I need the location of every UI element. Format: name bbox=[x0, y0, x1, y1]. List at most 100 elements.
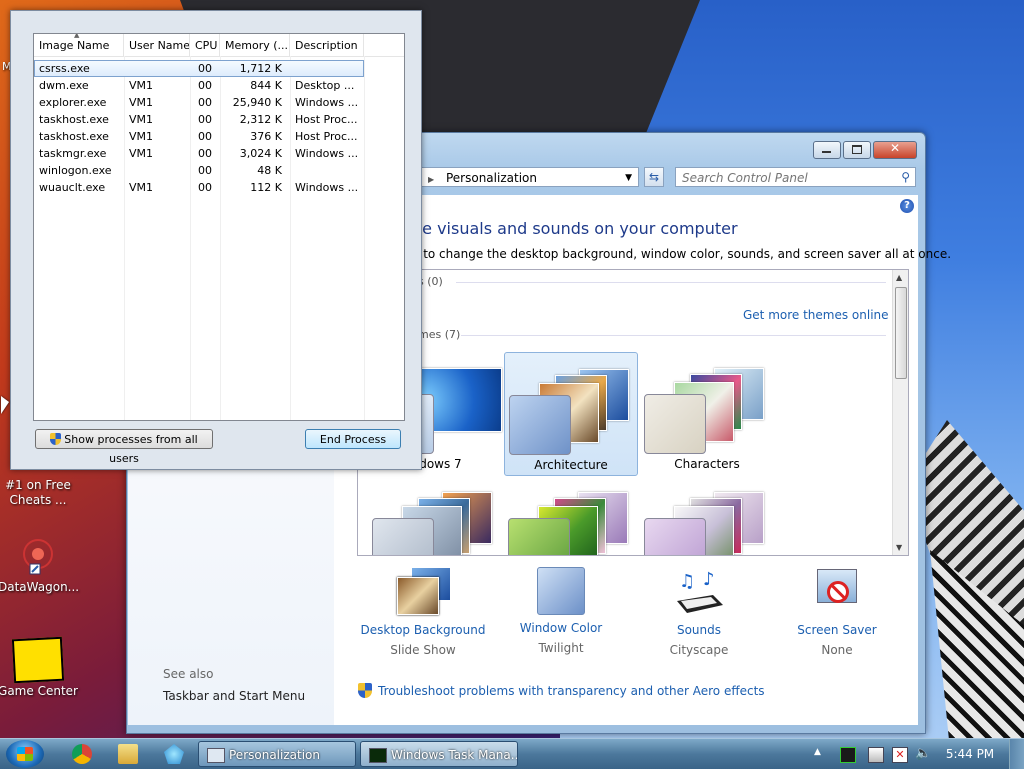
tray-monitor-icon[interactable] bbox=[840, 747, 856, 763]
screen-saver-icon bbox=[811, 567, 863, 617]
sounds-link[interactable]: Sounds bbox=[634, 623, 764, 637]
sounds-icon: ♫ ♪ bbox=[673, 567, 725, 617]
task-manager-window[interactable]: Image Name User Name CPU Memory (... Des… bbox=[10, 10, 422, 470]
process-cpu: 00 bbox=[198, 96, 212, 109]
process-cpu: 00 bbox=[198, 164, 212, 177]
process-user bbox=[124, 162, 190, 179]
start-button[interactable] bbox=[6, 740, 44, 768]
scroll-up-icon[interactable]: ▲ bbox=[896, 273, 902, 282]
process-image: dwm.exe bbox=[39, 79, 89, 92]
app-gem-icon[interactable] bbox=[164, 744, 184, 764]
show-all-processes-button[interactable]: Show processes from all users bbox=[35, 429, 213, 465]
get-more-themes-link[interactable]: Get more themes online bbox=[743, 308, 889, 322]
window-buttons: ✕ bbox=[813, 141, 917, 159]
theme-preview bbox=[644, 484, 768, 555]
troubleshoot-text: Troubleshoot problems with transparency … bbox=[378, 684, 765, 698]
process-description: Host Proc... bbox=[295, 130, 358, 143]
theme-landscapes[interactable] bbox=[368, 476, 502, 555]
process-cpu: 00 bbox=[198, 181, 212, 194]
chevron-down-icon[interactable]: ▼ bbox=[625, 168, 632, 188]
aero-themes-label: mes (7) bbox=[418, 328, 461, 341]
screen-saver-link[interactable]: Screen Saver bbox=[772, 623, 902, 637]
process-row[interactable]: csrss.exe 00 1,712 K bbox=[34, 60, 364, 77]
chrome-icon[interactable] bbox=[72, 744, 92, 764]
process-list[interactable]: Image Name User Name CPU Memory (... Des… bbox=[33, 33, 405, 421]
process-description: Windows ... bbox=[295, 96, 359, 109]
close-button[interactable]: ✕ bbox=[873, 141, 917, 159]
process-list-header: Image Name User Name CPU Memory (... Des… bbox=[34, 34, 404, 57]
process-cpu: 00 bbox=[198, 147, 212, 160]
tray-expand-icon[interactable]: ▲ bbox=[814, 747, 828, 761]
process-user bbox=[124, 60, 190, 77]
process-row[interactable]: winlogon.exe 00 48 K bbox=[34, 162, 404, 179]
column-memory[interactable]: Memory (... bbox=[220, 34, 290, 56]
address-bar[interactable]: Personalization ▼ bbox=[417, 167, 639, 187]
theme-architecture[interactable]: Architecture bbox=[504, 352, 638, 476]
window-color-link[interactable]: Window Color bbox=[496, 621, 626, 635]
clock[interactable]: 5:44 PM bbox=[940, 739, 1000, 769]
theme-characters[interactable]: Characters bbox=[640, 352, 774, 476]
scroll-thumb[interactable] bbox=[895, 287, 907, 379]
taskbar-start-menu-link[interactable]: Taskbar and Start Menu bbox=[163, 689, 305, 703]
themes-scrollbar[interactable]: ▲ ▼ bbox=[892, 270, 908, 555]
volume-icon[interactable]: 🔈 bbox=[915, 747, 931, 761]
process-cpu: 00 bbox=[198, 79, 212, 92]
theme-scenes[interactable] bbox=[640, 476, 774, 555]
theme-preview bbox=[372, 484, 496, 555]
action-center-icon[interactable]: ✕ bbox=[892, 747, 908, 763]
help-icon[interactable]: ? bbox=[900, 199, 914, 213]
window-color-item[interactable]: Window Color Twilight bbox=[496, 567, 626, 655]
process-memory: 48 K bbox=[257, 164, 282, 177]
taskbar-personalization[interactable]: Personalization bbox=[198, 741, 356, 767]
network-icon[interactable] bbox=[868, 747, 884, 763]
process-image: winlogon.exe bbox=[39, 164, 112, 177]
section-divider bbox=[461, 335, 886, 336]
desk-icon-datawagon[interactable]: DataWagon... bbox=[0, 534, 79, 595]
scroll-down-icon[interactable]: ▼ bbox=[896, 543, 902, 552]
show-desktop-button[interactable] bbox=[1009, 739, 1024, 769]
theme-nature[interactable] bbox=[504, 476, 638, 555]
column-user-name[interactable]: User Name bbox=[124, 34, 190, 56]
process-row[interactable]: taskhost.exe VM1 00 376 K Host Proc... bbox=[34, 128, 404, 145]
process-row[interactable]: dwm.exe VM1 00 844 K Desktop ... bbox=[34, 77, 404, 94]
process-memory: 25,940 K bbox=[232, 96, 282, 109]
process-row[interactable]: taskhost.exe VM1 00 2,312 K Host Proc... bbox=[34, 111, 404, 128]
refresh-button[interactable]: ⇆ bbox=[644, 167, 664, 187]
desk-icon-game-center[interactable]: Game Center bbox=[0, 636, 78, 699]
folder-icon[interactable] bbox=[118, 744, 138, 764]
maximize-button[interactable] bbox=[843, 141, 871, 159]
process-cpu: 00 bbox=[198, 62, 212, 75]
search-input[interactable] bbox=[676, 168, 884, 188]
task-manager-icon bbox=[369, 748, 387, 763]
process-memory: 112 K bbox=[250, 181, 282, 194]
end-process-button[interactable]: End Process bbox=[305, 429, 401, 449]
process-row[interactable]: wuauclt.exe VM1 00 112 K Windows ... bbox=[34, 179, 404, 196]
process-description bbox=[290, 162, 364, 179]
taskbar-task-manager[interactable]: Windows Task Mana... bbox=[360, 741, 518, 767]
desktop-background-link[interactable]: Desktop Background bbox=[358, 623, 488, 637]
sounds-value: Cityscape bbox=[669, 643, 729, 657]
process-user: VM1 bbox=[129, 181, 154, 194]
desk-icon-free-cheats[interactable]: #1 on Free Cheats ... bbox=[0, 478, 78, 508]
process-description: Desktop ... bbox=[295, 79, 355, 92]
process-image: wuauclt.exe bbox=[39, 181, 106, 194]
screen-saver-item[interactable]: Screen Saver None bbox=[772, 567, 902, 657]
sounds-item[interactable]: ♫ ♪ Sounds Cityscape bbox=[634, 567, 764, 657]
process-row[interactable]: explorer.exe VM1 00 25,940 K Windows ... bbox=[34, 94, 404, 111]
section-divider bbox=[456, 282, 886, 283]
process-user: VM1 bbox=[129, 130, 154, 143]
process-row[interactable]: taskmgr.exe VM1 00 3,024 K Windows ... bbox=[34, 145, 404, 162]
process-description: Windows ... bbox=[295, 147, 359, 160]
window-color-icon bbox=[537, 567, 585, 615]
minimize-button[interactable] bbox=[813, 141, 841, 159]
column-description[interactable]: Description bbox=[290, 34, 364, 56]
svg-text:♫: ♫ bbox=[679, 571, 695, 592]
column-cpu[interactable]: CPU bbox=[190, 34, 220, 56]
process-memory: 1,712 K bbox=[239, 62, 282, 75]
search-icon[interactable]: ⚲ bbox=[901, 170, 910, 184]
troubleshoot-link[interactable]: Troubleshoot problems with transparency … bbox=[358, 683, 765, 698]
shield-icon bbox=[50, 433, 62, 445]
desktop-background-item[interactable]: Desktop Background Slide Show bbox=[358, 567, 488, 657]
theme-preview bbox=[509, 361, 633, 455]
process-memory: 844 K bbox=[250, 79, 282, 92]
